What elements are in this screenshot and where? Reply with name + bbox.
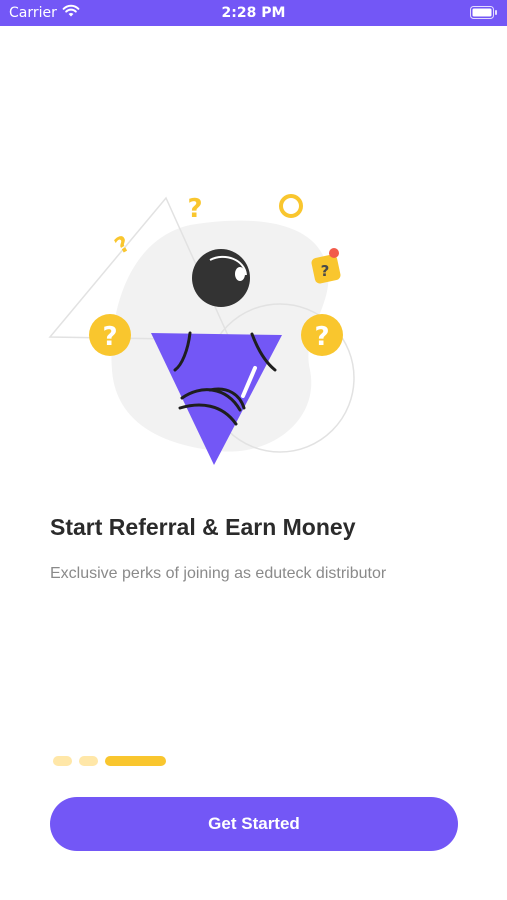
- status-bar: Carrier 2:28 PM: [0, 0, 507, 26]
- ring-icon: [279, 194, 303, 218]
- ball-icon: [192, 249, 250, 307]
- onboarding-title: Start Referral & Earn Money: [50, 514, 356, 540]
- svg-text:?: ?: [187, 194, 202, 224]
- page-dot-2[interactable]: [79, 756, 98, 766]
- question-mark-icon: ?: [187, 194, 202, 224]
- onboarding-subtitle: Exclusive perks of joining as eduteck di…: [50, 565, 387, 582]
- page-dot-3-active[interactable]: [105, 756, 166, 766]
- get-started-button[interactable]: Get Started: [50, 797, 458, 851]
- clock-label: 2:28 PM: [221, 5, 286, 21]
- question-mark-icon: ?: [301, 314, 343, 356]
- svg-text:?: ?: [111, 232, 135, 260]
- page-dot-1[interactable]: [53, 756, 72, 766]
- svg-text:?: ?: [321, 262, 330, 280]
- svg-text:?: ?: [102, 322, 117, 352]
- question-mark-icon: ?: [111, 232, 135, 260]
- question-mark-icon: ?: [89, 314, 131, 356]
- battery-icon: [470, 6, 497, 19]
- svg-text:?: ?: [314, 322, 329, 352]
- referral-illustration: ? ? ? ? ?: [48, 194, 355, 465]
